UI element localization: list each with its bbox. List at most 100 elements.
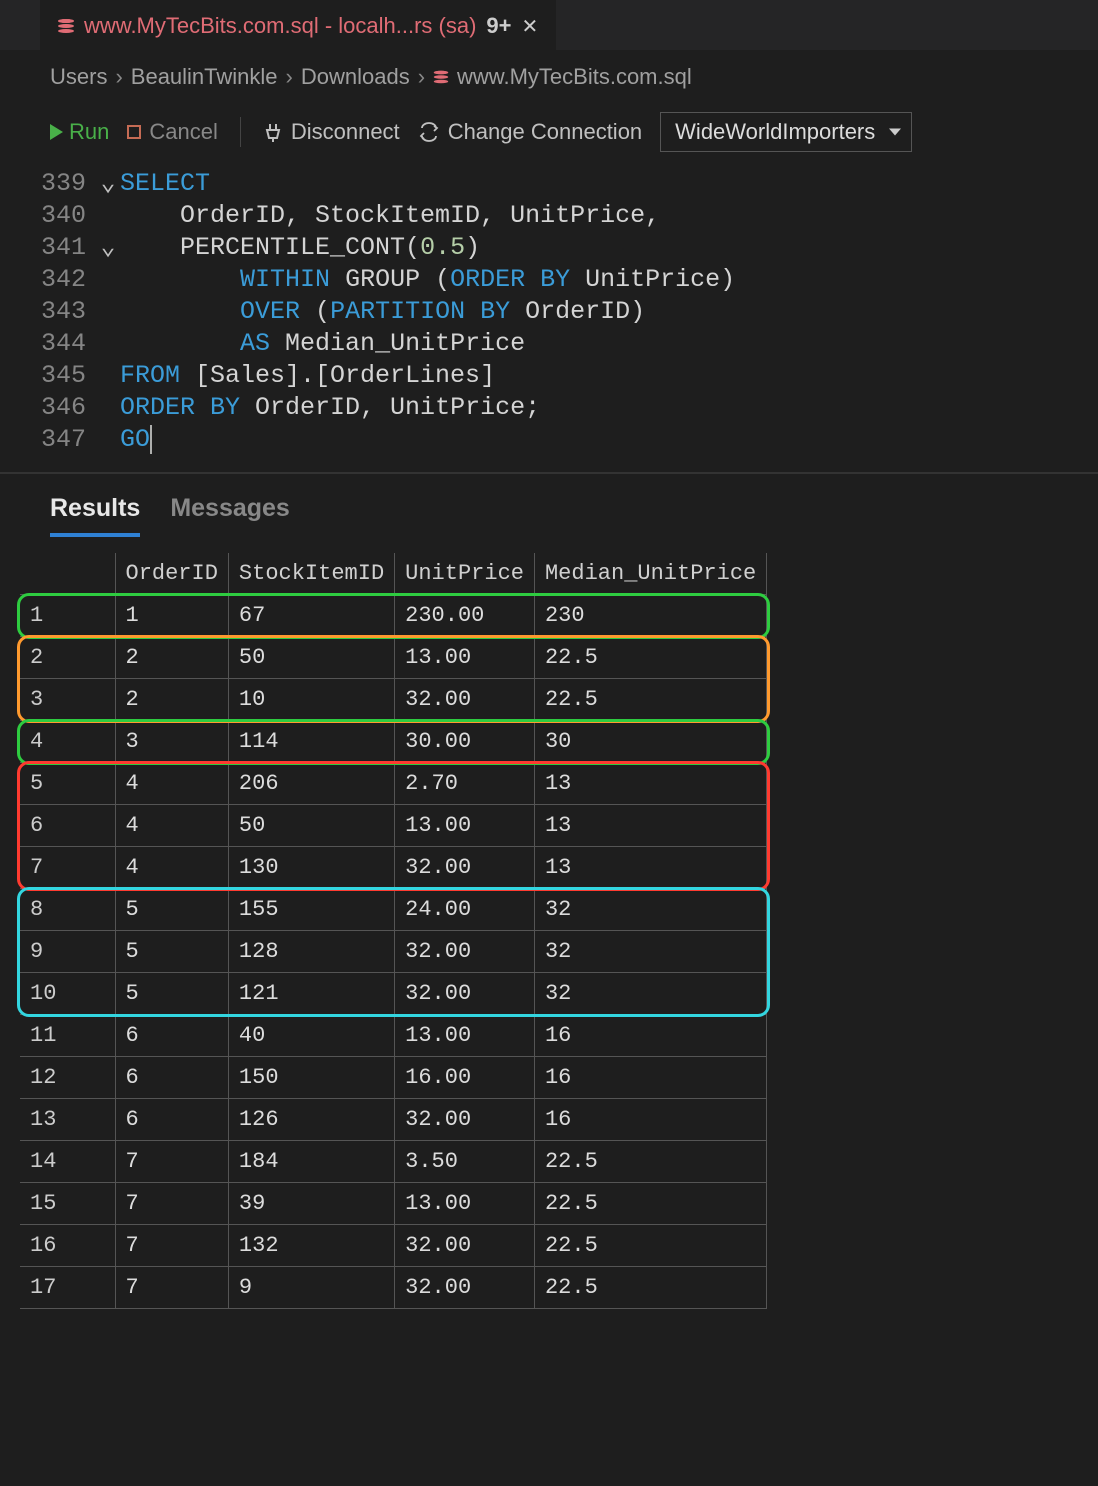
table-cell[interactable]: 16 xyxy=(20,1225,115,1267)
table-cell[interactable]: 67 xyxy=(228,595,394,637)
table-row[interactable]: 1573913.0022.5 xyxy=(20,1183,767,1225)
table-cell[interactable]: 8 xyxy=(20,889,115,931)
table-header[interactable]: Median_UnitPrice xyxy=(534,553,766,595)
code-line[interactable]: 342 WITHIN GROUP (ORDER BY UnitPrice) xyxy=(0,264,1098,296)
table-row[interactable]: 12615016.0016 xyxy=(20,1057,767,1099)
run-button[interactable]: Run xyxy=(50,119,109,145)
table-header[interactable]: StockItemID xyxy=(228,553,394,595)
table-cell[interactable]: 11 xyxy=(20,1015,115,1057)
table-header[interactable]: OrderID xyxy=(115,553,228,595)
table-cell[interactable]: 32.00 xyxy=(395,1225,535,1267)
code-editor[interactable]: 339⌄SELECT340 OrderID, StockItemID, Unit… xyxy=(0,166,1098,468)
table-cell[interactable]: 132 xyxy=(228,1225,394,1267)
table-cell[interactable]: 14 xyxy=(20,1141,115,1183)
disconnect-button[interactable]: Disconnect xyxy=(263,119,400,145)
table-cell[interactable]: 17 xyxy=(20,1267,115,1309)
table-cell[interactable]: 13 xyxy=(534,805,766,847)
table-row[interactable]: 1471843.5022.5 xyxy=(20,1141,767,1183)
code-line[interactable]: 340 OrderID, StockItemID, UnitPrice, xyxy=(0,200,1098,232)
table-cell[interactable]: 7 xyxy=(115,1225,228,1267)
table-row[interactable]: 8515524.0032 xyxy=(20,889,767,931)
table-cell[interactable]: 13 xyxy=(534,763,766,805)
table-cell[interactable]: 6 xyxy=(115,1015,228,1057)
code-line[interactable]: 347GO xyxy=(0,424,1098,456)
table-cell[interactable]: 7 xyxy=(115,1267,228,1309)
table-cell[interactable]: 230 xyxy=(534,595,766,637)
table-row[interactable]: 225013.0022.5 xyxy=(20,637,767,679)
table-row[interactable]: 1167230.00230 xyxy=(20,595,767,637)
table-cell[interactable]: 7 xyxy=(115,1141,228,1183)
fold-icon[interactable]: ⌄ xyxy=(96,168,120,200)
fold-icon[interactable]: ⌄ xyxy=(96,232,120,264)
table-cell[interactable]: 6 xyxy=(115,1057,228,1099)
table-row[interactable]: 1164013.0016 xyxy=(20,1015,767,1057)
table-cell[interactable]: 206 xyxy=(228,763,394,805)
change-connection-button[interactable]: Change Connection xyxy=(418,119,642,145)
results-table[interactable]: OrderIDStockItemIDUnitPriceMedian_UnitPr… xyxy=(20,553,767,1309)
table-cell[interactable]: 3 xyxy=(115,721,228,763)
table-cell[interactable]: 30.00 xyxy=(395,721,535,763)
table-cell[interactable]: 7 xyxy=(20,847,115,889)
table-cell[interactable]: 155 xyxy=(228,889,394,931)
code-line[interactable]: 339⌄SELECT xyxy=(0,168,1098,200)
table-cell[interactable]: 32.00 xyxy=(395,1099,535,1141)
table-cell[interactable]: 4 xyxy=(115,763,228,805)
table-row[interactable]: 7413032.0013 xyxy=(20,847,767,889)
table-cell[interactable]: 22.5 xyxy=(534,1141,766,1183)
editor-tab[interactable]: www.MyTecBits.com.sql - localh...rs (sa)… xyxy=(40,0,556,50)
table-cell[interactable]: 10 xyxy=(228,679,394,721)
table-row[interactable]: 542062.7013 xyxy=(20,763,767,805)
table-cell[interactable]: 13.00 xyxy=(395,805,535,847)
table-cell[interactable]: 5 xyxy=(115,973,228,1015)
tab-results[interactable]: Results xyxy=(50,494,140,537)
table-cell[interactable]: 2.70 xyxy=(395,763,535,805)
table-cell[interactable]: 50 xyxy=(228,637,394,679)
table-cell[interactable]: 2 xyxy=(115,637,228,679)
table-cell[interactable]: 30 xyxy=(534,721,766,763)
table-row[interactable]: 16713232.0022.5 xyxy=(20,1225,767,1267)
table-cell[interactable]: 39 xyxy=(228,1183,394,1225)
table-cell[interactable]: 7 xyxy=(115,1183,228,1225)
table-cell[interactable]: 121 xyxy=(228,973,394,1015)
table-cell[interactable]: 6 xyxy=(115,1099,228,1141)
table-cell[interactable]: 32.00 xyxy=(395,679,535,721)
table-cell[interactable]: 22.5 xyxy=(534,679,766,721)
table-cell[interactable]: 16.00 xyxy=(395,1057,535,1099)
close-icon[interactable]: ✕ xyxy=(522,14,539,39)
table-cell[interactable]: 150 xyxy=(228,1057,394,1099)
table-cell[interactable]: 22.5 xyxy=(534,1183,766,1225)
table-cell[interactable]: 32.00 xyxy=(395,1267,535,1309)
table-cell[interactable]: 13.00 xyxy=(395,637,535,679)
table-cell[interactable]: 15 xyxy=(20,1183,115,1225)
breadcrumb-item[interactable]: Users xyxy=(50,64,107,90)
table-cell[interactable]: 50 xyxy=(228,805,394,847)
table-cell[interactable]: 13 xyxy=(20,1099,115,1141)
table-cell[interactable]: 32 xyxy=(534,973,766,1015)
breadcrumb-item[interactable]: Downloads xyxy=(301,64,410,90)
cancel-button[interactable]: Cancel xyxy=(127,119,217,145)
table-cell[interactable]: 13 xyxy=(534,847,766,889)
table-row[interactable]: 321032.0022.5 xyxy=(20,679,767,721)
breadcrumb-item[interactable]: BeaulinTwinkle xyxy=(131,64,278,90)
table-cell[interactable]: 9 xyxy=(20,931,115,973)
table-row[interactable]: 4311430.0030 xyxy=(20,721,767,763)
database-select[interactable]: WideWorldImporters xyxy=(660,112,912,152)
table-cell[interactable]: 6 xyxy=(20,805,115,847)
table-cell[interactable]: 230.00 xyxy=(395,595,535,637)
table-cell[interactable]: 4 xyxy=(115,805,228,847)
table-cell[interactable]: 3 xyxy=(20,679,115,721)
table-cell[interactable]: 4 xyxy=(20,721,115,763)
table-cell[interactable]: 32.00 xyxy=(395,973,535,1015)
table-cell[interactable]: 130 xyxy=(228,847,394,889)
table-cell[interactable]: 9 xyxy=(228,1267,394,1309)
table-cell[interactable]: 184 xyxy=(228,1141,394,1183)
table-cell[interactable]: 1 xyxy=(115,595,228,637)
table-cell[interactable]: 12 xyxy=(20,1057,115,1099)
table-cell[interactable]: 32.00 xyxy=(395,931,535,973)
tab-messages[interactable]: Messages xyxy=(170,494,290,537)
table-cell[interactable]: 22.5 xyxy=(534,1267,766,1309)
table-cell[interactable]: 4 xyxy=(115,847,228,889)
breadcrumb-item[interactable]: www.MyTecBits.com.sql xyxy=(457,64,692,90)
table-cell[interactable]: 2 xyxy=(115,679,228,721)
table-header[interactable]: UnitPrice xyxy=(395,553,535,595)
